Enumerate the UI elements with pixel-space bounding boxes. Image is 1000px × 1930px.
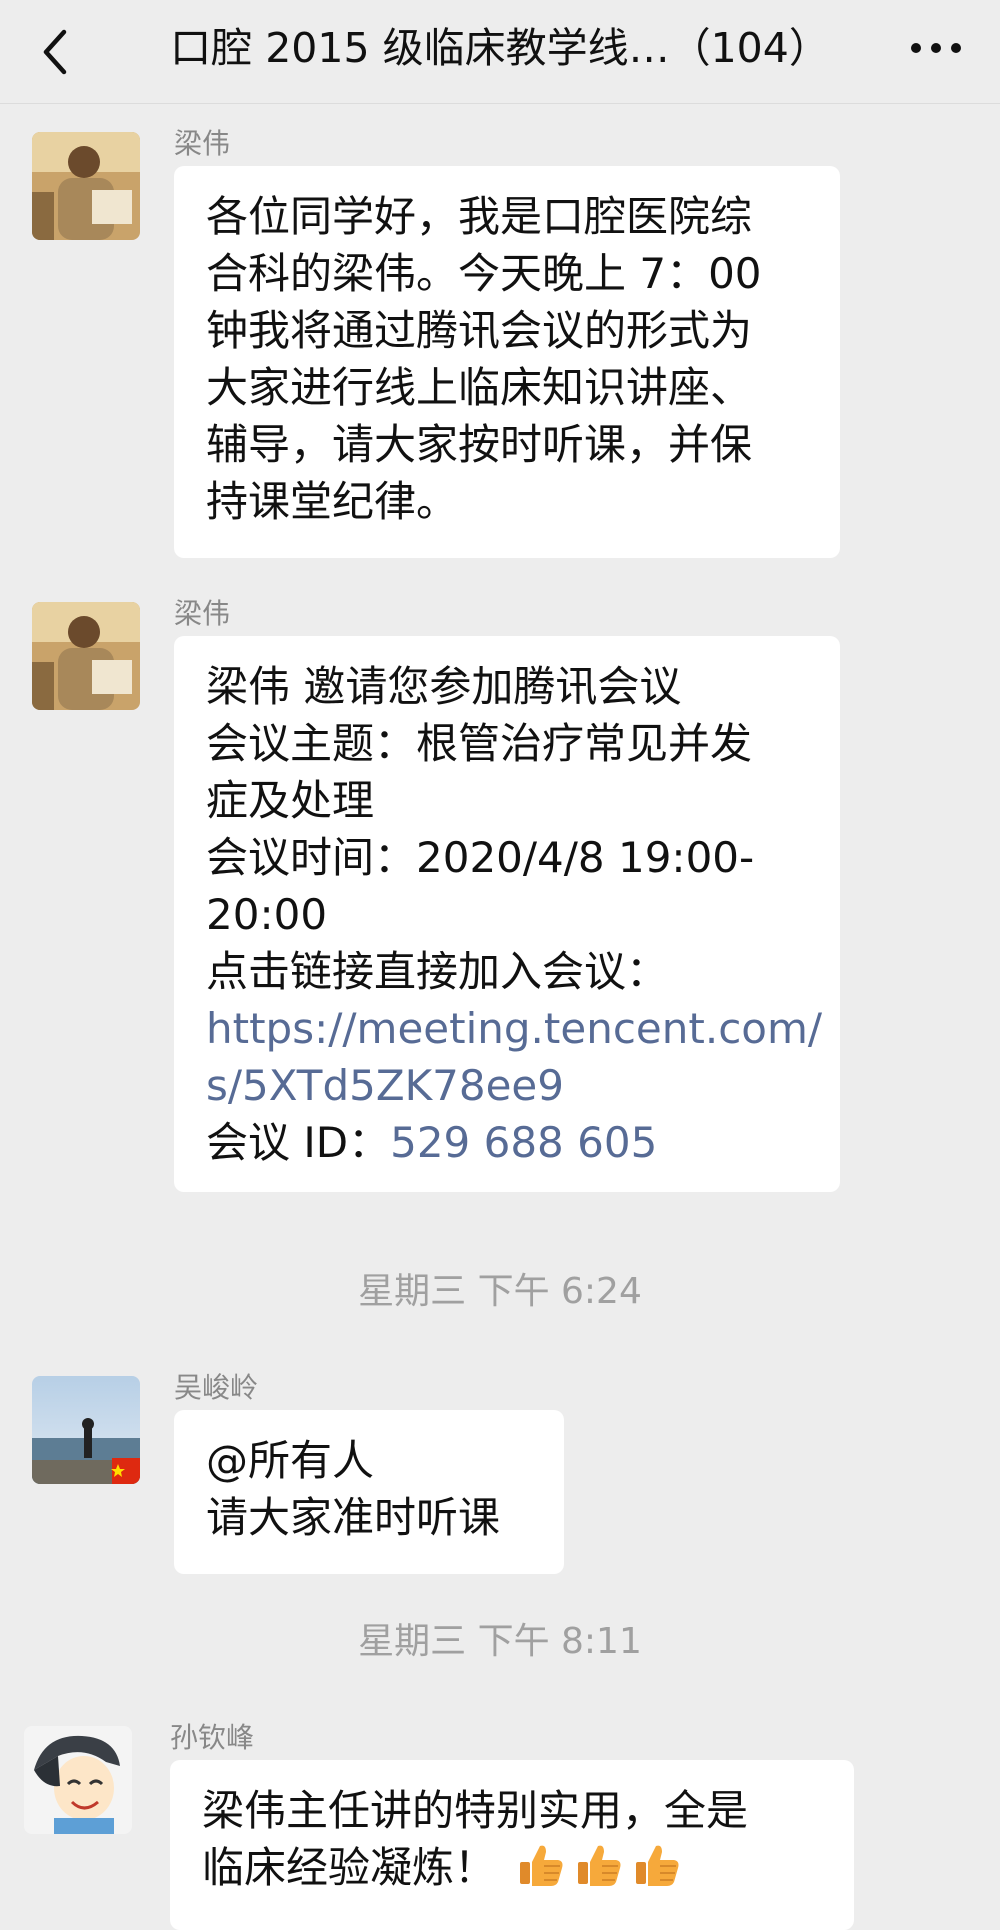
avatar-photo-icon xyxy=(32,602,140,710)
meeting-id-line: 会议 ID：529 688 605 xyxy=(206,1114,808,1171)
thumbs-up-icon xyxy=(520,1845,563,1886)
sender-name: 吴峻岭 xyxy=(174,1371,259,1404)
top-nav-bar: 口腔 2015 级临床教学线…（104） xyxy=(0,0,1000,104)
message-text-line: 点击链接直接加入会议： xyxy=(206,947,669,996)
chat-message-list[interactable]: 梁伟 各位同学好，我是口腔医院综 合科的梁伟。今天晚上 7：00 钟我将通过腾讯… xyxy=(0,104,1000,1930)
more-dots-icon xyxy=(911,43,961,53)
message-text-line: 20:00 xyxy=(206,890,328,939)
message-text-line: 会议主题：根管治疗常见并发 xyxy=(206,719,753,768)
avatar[interactable] xyxy=(32,132,140,240)
thumbs-up-icon xyxy=(636,1845,679,1886)
message-bubble[interactable]: 梁伟主任讲的特别实用，全是 临床经验凝炼！ xyxy=(170,1760,854,1930)
message-text-line: 会议时间：2020/4/8 19:00- xyxy=(206,833,755,882)
sender-name: 梁伟 xyxy=(174,127,231,160)
message-text-line: 梁伟 邀请您参加腾讯会议 xyxy=(206,662,682,711)
back-button[interactable] xyxy=(36,24,84,80)
meeting-link[interactable]: https://meeting.tencent.com/ xyxy=(206,1000,822,1057)
meeting-id-label: 会议 ID： xyxy=(206,1118,391,1167)
message-text-line: 梁伟主任讲的特别实用，全是 xyxy=(202,1786,749,1835)
message-text-line: 症及处理 xyxy=(206,776,375,825)
chevron-left-icon xyxy=(43,29,67,75)
meeting-id-number[interactable]: 529 688 605 xyxy=(390,1118,657,1167)
avatar[interactable] xyxy=(32,602,140,710)
avatar[interactable] xyxy=(24,1726,132,1834)
message-text: 临床经验凝炼！ xyxy=(202,1843,497,1892)
avatar-photo-icon xyxy=(32,132,140,240)
message-text-line: 钟我将通过腾讯会议的形式为 xyxy=(206,306,753,355)
meeting-link[interactable]: s/5XTd5ZK78ee9 xyxy=(206,1057,808,1114)
message-bubble[interactable]: @所有人 请大家准时听课 xyxy=(174,1410,564,1574)
thumbs-up-icon xyxy=(578,1845,621,1886)
more-button[interactable] xyxy=(908,30,964,66)
message-text-line: 请大家准时听课 xyxy=(206,1493,501,1542)
message-text-line: @所有人 xyxy=(206,1436,375,1485)
message-bubble[interactable]: 各位同学好，我是口腔医院综 合科的梁伟。今天晚上 7：00 钟我将通过腾讯会议的… xyxy=(174,166,840,558)
avatar[interactable] xyxy=(32,1376,140,1484)
message-text-line: 合科的梁伟。今天晚上 7：00 xyxy=(206,249,762,298)
message-text-line: 辅导，请大家按时听课，并保 xyxy=(206,420,753,469)
chat-title: 口腔 2015 级临床教学线…（104） xyxy=(170,24,830,72)
timestamp: 星期三 下午 6:24 xyxy=(358,1271,642,1312)
message-text-line: 各位同学好，我是口腔医院综 xyxy=(206,192,753,241)
avatar-cartoon-icon xyxy=(24,1726,132,1834)
sender-name: 梁伟 xyxy=(174,597,231,630)
message-text-line: 大家进行线上临床知识讲座、 xyxy=(206,363,753,412)
message-text-line: 持课堂纪律。 xyxy=(206,477,459,526)
timestamp: 星期三 下午 8:11 xyxy=(358,1621,642,1662)
message-text-line: 临床经验凝炼！ xyxy=(202,1839,822,1896)
sender-name: 孙钦峰 xyxy=(170,1721,255,1754)
meeting-invite-bubble[interactable]: 梁伟 邀请您参加腾讯会议 会议主题：根管治疗常见并发 症及处理 会议时间：202… xyxy=(174,636,840,1192)
avatar-photo-icon xyxy=(32,1376,140,1484)
